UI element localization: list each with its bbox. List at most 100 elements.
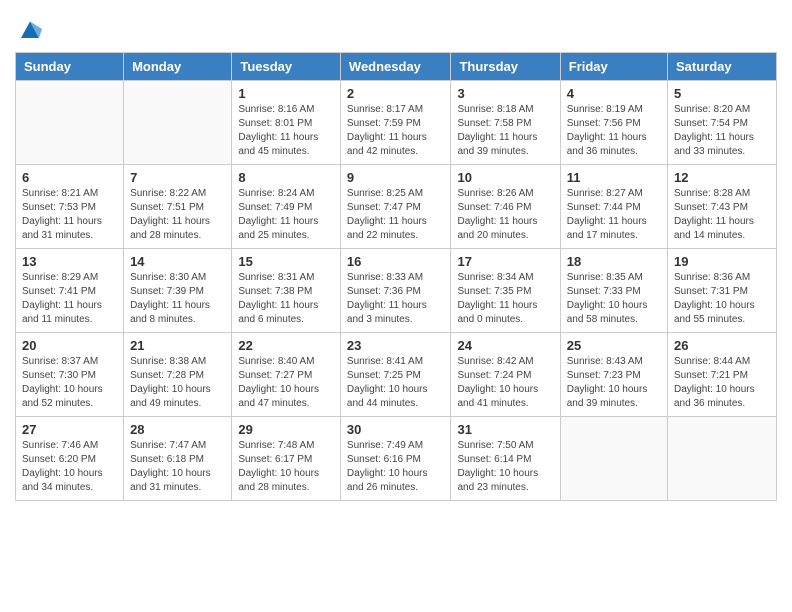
day-info: Sunrise: 7:50 AM Sunset: 6:14 PM Dayligh… <box>457 439 553 495</box>
day-header-saturday: Saturday <box>668 53 777 81</box>
day-info: Sunrise: 8:34 AM Sunset: 7:35 PM Dayligh… <box>457 271 553 327</box>
day-header-tuesday: Tuesday <box>232 53 341 81</box>
day-number: 29 <box>238 422 334 437</box>
day-number: 6 <box>22 170 117 185</box>
calendar-cell: 25 Sunrise: 8:43 AM Sunset: 7:23 PM Dayli… <box>560 333 667 417</box>
calendar-cell: 13 Sunrise: 8:29 AM Sunset: 7:41 PM Dayli… <box>16 249 124 333</box>
calendar-cell: 3Sunrise: 8:18 AM Sunset: 7:58 PM Daylig… <box>451 81 560 165</box>
calendar-cell <box>124 81 232 165</box>
day-info: Sunrise: 8:33 AM Sunset: 7:36 PM Dayligh… <box>347 271 445 327</box>
day-info: Sunrise: 8:27 AM Sunset: 7:44 PM Dayligh… <box>567 187 661 243</box>
day-number: 15 <box>238 254 334 269</box>
calendar-cell: 28 Sunrise: 7:47 AM Sunset: 6:18 PM Dayli… <box>124 417 232 501</box>
day-number: 9 <box>347 170 445 185</box>
calendar-cell: 1 Sunrise: 8:16 AM Sunset: 8:01 PM Daylig… <box>232 81 341 165</box>
day-info: Sunrise: 7:47 AM Sunset: 6:18 PM Dayligh… <box>130 439 225 495</box>
day-info: Sunrise: 8:22 AM Sunset: 7:51 PM Dayligh… <box>130 187 225 243</box>
day-info: Sunrise: 8:24 AM Sunset: 7:49 PM Dayligh… <box>238 187 334 243</box>
day-info: Sunrise: 7:48 AM Sunset: 6:17 PM Dayligh… <box>238 439 334 495</box>
calendar-cell: 19Sunrise: 8:36 AM Sunset: 7:31 PM Dayli… <box>668 249 777 333</box>
day-info: Sunrise: 8:21 AM Sunset: 7:53 PM Dayligh… <box>22 187 117 243</box>
day-info: Sunrise: 8:41 AM Sunset: 7:25 PM Dayligh… <box>347 355 445 411</box>
logo-icon <box>15 14 45 44</box>
calendar-cell: 7 Sunrise: 8:22 AM Sunset: 7:51 PM Daylig… <box>124 165 232 249</box>
calendar-cell: 5 Sunrise: 8:20 AM Sunset: 7:54 PM Daylig… <box>668 81 777 165</box>
calendar-cell: 30 Sunrise: 7:49 AM Sunset: 6:16 PM Dayli… <box>340 417 451 501</box>
page: SundayMondayTuesdayWednesdayThursdayFrid… <box>0 0 792 612</box>
calendar-cell: 22Sunrise: 8:40 AM Sunset: 7:27 PM Dayli… <box>232 333 341 417</box>
day-number: 23 <box>347 338 445 353</box>
calendar-cell: 18 Sunrise: 8:35 AM Sunset: 7:33 PM Dayli… <box>560 249 667 333</box>
calendar-cell: 31Sunrise: 7:50 AM Sunset: 6:14 PM Dayli… <box>451 417 560 501</box>
day-info: Sunrise: 8:20 AM Sunset: 7:54 PM Dayligh… <box>674 103 770 159</box>
day-number: 7 <box>130 170 225 185</box>
calendar-cell: 24Sunrise: 8:42 AM Sunset: 7:24 PM Dayli… <box>451 333 560 417</box>
calendar-week-row: 13 Sunrise: 8:29 AM Sunset: 7:41 PM Dayli… <box>16 249 777 333</box>
day-info: Sunrise: 8:44 AM Sunset: 7:21 PM Dayligh… <box>674 355 770 411</box>
day-info: Sunrise: 8:35 AM Sunset: 7:33 PM Dayligh… <box>567 271 661 327</box>
day-info: Sunrise: 8:36 AM Sunset: 7:31 PM Dayligh… <box>674 271 770 327</box>
calendar-cell <box>560 417 667 501</box>
logo <box>15 14 49 44</box>
day-number: 11 <box>567 170 661 185</box>
calendar-cell <box>16 81 124 165</box>
day-info: Sunrise: 8:18 AM Sunset: 7:58 PM Dayligh… <box>457 103 553 159</box>
calendar-cell: 9 Sunrise: 8:25 AM Sunset: 7:47 PM Daylig… <box>340 165 451 249</box>
day-info: Sunrise: 8:29 AM Sunset: 7:41 PM Dayligh… <box>22 271 117 327</box>
day-number: 12 <box>674 170 770 185</box>
calendar-cell: 21 Sunrise: 8:38 AM Sunset: 7:28 PM Dayli… <box>124 333 232 417</box>
day-number: 13 <box>22 254 117 269</box>
day-number: 4 <box>567 86 661 101</box>
day-number: 27 <box>22 422 117 437</box>
day-header-wednesday: Wednesday <box>340 53 451 81</box>
day-info: Sunrise: 8:19 AM Sunset: 7:56 PM Dayligh… <box>567 103 661 159</box>
day-info: Sunrise: 7:49 AM Sunset: 6:16 PM Dayligh… <box>347 439 445 495</box>
day-info: Sunrise: 8:25 AM Sunset: 7:47 PM Dayligh… <box>347 187 445 243</box>
day-number: 25 <box>567 338 661 353</box>
calendar-cell: 15Sunrise: 8:31 AM Sunset: 7:38 PM Dayli… <box>232 249 341 333</box>
day-number: 30 <box>347 422 445 437</box>
day-number: 5 <box>674 86 770 101</box>
calendar-cell: 29 Sunrise: 7:48 AM Sunset: 6:17 PM Dayli… <box>232 417 341 501</box>
day-header-friday: Friday <box>560 53 667 81</box>
calendar-week-row: 1 Sunrise: 8:16 AM Sunset: 8:01 PM Daylig… <box>16 81 777 165</box>
calendar-header-row: SundayMondayTuesdayWednesdayThursdayFrid… <box>16 53 777 81</box>
calendar-cell: 12 Sunrise: 8:28 AM Sunset: 7:43 PM Dayli… <box>668 165 777 249</box>
calendar-cell: 11 Sunrise: 8:27 AM Sunset: 7:44 PM Dayli… <box>560 165 667 249</box>
day-info: Sunrise: 8:17 AM Sunset: 7:59 PM Dayligh… <box>347 103 445 159</box>
day-number: 21 <box>130 338 225 353</box>
day-info: Sunrise: 8:28 AM Sunset: 7:43 PM Dayligh… <box>674 187 770 243</box>
calendar-week-row: 6 Sunrise: 8:21 AM Sunset: 7:53 PM Daylig… <box>16 165 777 249</box>
day-info: Sunrise: 8:26 AM Sunset: 7:46 PM Dayligh… <box>457 187 553 243</box>
calendar: SundayMondayTuesdayWednesdayThursdayFrid… <box>15 52 777 501</box>
day-number: 8 <box>238 170 334 185</box>
day-number: 17 <box>457 254 553 269</box>
calendar-cell: 2 Sunrise: 8:17 AM Sunset: 7:59 PM Daylig… <box>340 81 451 165</box>
calendar-cell: 14Sunrise: 8:30 AM Sunset: 7:39 PM Dayli… <box>124 249 232 333</box>
calendar-week-row: 27 Sunrise: 7:46 AM Sunset: 6:20 PM Dayli… <box>16 417 777 501</box>
day-info: Sunrise: 8:38 AM Sunset: 7:28 PM Dayligh… <box>130 355 225 411</box>
calendar-cell: 23 Sunrise: 8:41 AM Sunset: 7:25 PM Dayli… <box>340 333 451 417</box>
day-number: 16 <box>347 254 445 269</box>
header <box>15 10 777 44</box>
day-number: 28 <box>130 422 225 437</box>
calendar-cell: 20Sunrise: 8:37 AM Sunset: 7:30 PM Dayli… <box>16 333 124 417</box>
day-number: 14 <box>130 254 225 269</box>
day-info: Sunrise: 8:16 AM Sunset: 8:01 PM Dayligh… <box>238 103 334 159</box>
day-number: 20 <box>22 338 117 353</box>
calendar-cell: 27 Sunrise: 7:46 AM Sunset: 6:20 PM Dayli… <box>16 417 124 501</box>
day-info: Sunrise: 8:42 AM Sunset: 7:24 PM Dayligh… <box>457 355 553 411</box>
day-number: 2 <box>347 86 445 101</box>
day-number: 1 <box>238 86 334 101</box>
day-header-monday: Monday <box>124 53 232 81</box>
day-number: 18 <box>567 254 661 269</box>
day-number: 10 <box>457 170 553 185</box>
calendar-week-row: 20Sunrise: 8:37 AM Sunset: 7:30 PM Dayli… <box>16 333 777 417</box>
calendar-cell: 26Sunrise: 8:44 AM Sunset: 7:21 PM Dayli… <box>668 333 777 417</box>
calendar-cell: 6 Sunrise: 8:21 AM Sunset: 7:53 PM Daylig… <box>16 165 124 249</box>
day-info: Sunrise: 8:43 AM Sunset: 7:23 PM Dayligh… <box>567 355 661 411</box>
day-header-sunday: Sunday <box>16 53 124 81</box>
calendar-cell: 16 Sunrise: 8:33 AM Sunset: 7:36 PM Dayli… <box>340 249 451 333</box>
calendar-cell: 4 Sunrise: 8:19 AM Sunset: 7:56 PM Daylig… <box>560 81 667 165</box>
day-info: Sunrise: 7:46 AM Sunset: 6:20 PM Dayligh… <box>22 439 117 495</box>
